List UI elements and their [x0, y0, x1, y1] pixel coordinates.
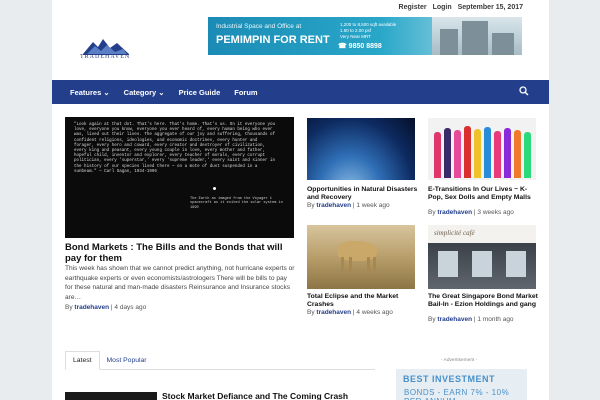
author-link[interactable]: tradehaven	[437, 316, 472, 323]
ad-building-image	[432, 17, 522, 55]
card-title[interactable]: Opportunities in Natural Disasters and R…	[307, 186, 419, 202]
card-meta: By tradehaven | 1 week ago	[307, 202, 390, 209]
latest-post-thumbnail[interactable]	[65, 392, 157, 400]
featured-image-caption: The Earth as imaged from the Voyager 1 s…	[190, 197, 283, 210]
cafe-sign: simplicité café	[434, 229, 475, 237]
page: Register Login September 15, 2017 TRADEH…	[52, 0, 549, 400]
nav-label: Features	[70, 87, 102, 97]
ad-line: Industrial Space and Office at	[216, 23, 302, 30]
featured-image[interactable]: "Look again at that dot. That's here. Th…	[65, 117, 294, 238]
card-image-cheetah[interactable]	[307, 225, 415, 289]
register-link[interactable]: Register	[399, 4, 427, 11]
pale-blue-dot	[213, 187, 216, 190]
tradehaven-logo[interactable]	[79, 34, 133, 66]
author-link[interactable]: tradehaven	[74, 304, 109, 311]
author-link[interactable]: tradehaven	[437, 209, 472, 216]
card-title[interactable]: Total Eclipse and the Market Crashes	[307, 293, 419, 309]
advertisement-label: - Advertisement -	[441, 358, 478, 363]
featured-title[interactable]: Bond Markets : The Bills and the Bonds t…	[65, 242, 295, 264]
meta-by: By	[307, 309, 315, 316]
nav-forum[interactable]: Forum	[234, 88, 265, 97]
meta-by: By	[428, 209, 436, 216]
top-bar: Register Login September 15, 2017	[399, 4, 523, 11]
chevron-down-icon: ⌄	[158, 87, 165, 97]
sidebar-ad-line: BONDS - EARN 7% - 10% PER ANNUM	[404, 388, 510, 400]
meta-by: By	[307, 202, 315, 209]
card-title[interactable]: E-Transitions In Our Lives ~ K-Pop, Sex …	[428, 186, 540, 202]
login-link[interactable]: Login	[433, 4, 452, 11]
chevron-down-icon: ⌄	[103, 87, 110, 97]
nav-price-guide[interactable]: Price Guide	[179, 88, 229, 97]
nav-category[interactable]: Category ⌄	[124, 88, 173, 97]
tab-latest[interactable]: Latest	[65, 351, 100, 370]
post-time: 1 month ago	[477, 316, 514, 323]
sidebar-ad[interactable]: BEST INVESTMENT BONDS - EARN 7% - 10% PE…	[396, 369, 527, 400]
ad-details: 1,200 to 8,500 sqft available 1.80 to 2.…	[340, 22, 400, 40]
ad-phone-number: 9850 8898	[348, 43, 382, 50]
search-icon[interactable]	[519, 86, 529, 96]
post-time: 4 weeks ago	[356, 309, 393, 316]
author-link[interactable]: tradehaven	[316, 309, 351, 316]
tab-most-popular[interactable]: Most Popular	[100, 352, 154, 369]
ad-phone: ☎ 9850 8898	[338, 43, 382, 50]
featured-meta: By tradehaven | 4 days ago	[65, 304, 147, 311]
current-date: September 15, 2017	[457, 4, 523, 11]
post-time: 4 days ago	[114, 304, 147, 311]
ad-detail: Very Near MRT	[340, 34, 371, 39]
sidebar-ad-line: BEST INVESTMENT	[403, 374, 496, 384]
nav-label: Category	[123, 87, 157, 97]
nav-features[interactable]: Features ⌄	[70, 88, 118, 97]
meta-by: By	[65, 304, 73, 311]
card-image-cafe[interactable]: simplicité café	[428, 225, 536, 289]
main-nav: Features ⌄ Category ⌄ Price Guide Forum	[52, 80, 549, 104]
meta-by: By	[428, 316, 436, 323]
header-ad-banner[interactable]: Industrial Space and Office at PEMIMPIN …	[208, 17, 522, 55]
card-meta: By tradehaven | 4 weeks ago	[307, 309, 393, 316]
logo-text: TRADEHAVEN	[80, 54, 131, 60]
card-image-kpop[interactable]	[428, 118, 536, 180]
post-tabs: Latest Most Popular	[65, 348, 375, 370]
author-link[interactable]: tradehaven	[316, 202, 351, 209]
ad-headline: PEMIMPIN FOR RENT	[216, 34, 330, 46]
latest-post-title[interactable]: Stock Market Defiance and The Coming Cra…	[162, 391, 348, 400]
card-image-earth[interactable]	[307, 118, 415, 180]
featured-image-quote: "Look again at that dot. That's here. Th…	[74, 123, 276, 174]
card-meta: By tradehaven | 1 month ago	[428, 316, 514, 323]
post-time: 3 weeks ago	[477, 209, 514, 216]
card-meta: By tradehaven | 3 weeks ago	[428, 209, 514, 216]
featured-excerpt: This week has shown that we cannot predi…	[65, 265, 295, 301]
card-title[interactable]: The Great Singapore Bond Market Bail-In …	[428, 293, 540, 309]
post-time: 1 week ago	[356, 202, 390, 209]
